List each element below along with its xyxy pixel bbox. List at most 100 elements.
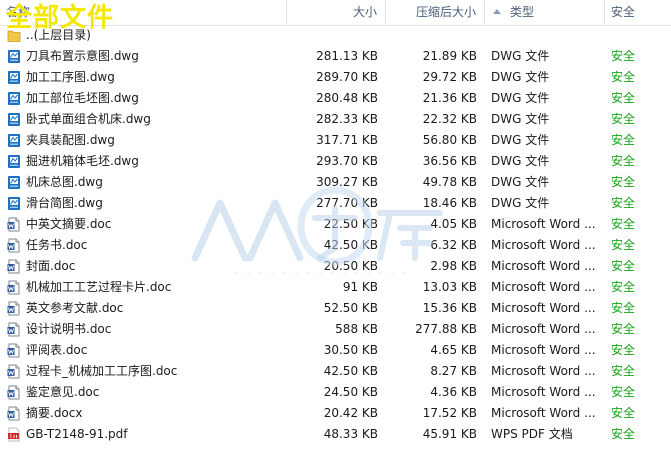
file-type: Microsoft Word ... bbox=[491, 280, 596, 294]
security-status: 安全 bbox=[611, 280, 636, 294]
file-row[interactable]: 刀具布置示意图.dwg 281.13 KB 21.89 KB DWG 文件 安全 bbox=[0, 46, 671, 67]
column-compressed-label: 压缩后大小 bbox=[415, 5, 476, 19]
file-row[interactable]: 封面.doc 20.50 KB 2.98 KB Microsoft Word ... 安… bbox=[0, 256, 671, 277]
file-type: Microsoft Word ... bbox=[491, 238, 596, 252]
file-compressed-size: 36.56 KB bbox=[422, 154, 477, 168]
file-row[interactable]: 机床总图.dwg 309.27 KB 49.78 KB DWG 文件 安全 bbox=[0, 172, 671, 193]
column-size-label: 大小 bbox=[352, 5, 377, 19]
dwg-file-icon bbox=[8, 113, 20, 126]
security-status: 安全 bbox=[611, 301, 636, 315]
file-size: 281.13 KB bbox=[316, 49, 378, 63]
file-row[interactable]: 鉴定意见.doc 24.50 KB 4.36 KB Microsoft Word ..… bbox=[0, 382, 671, 403]
file-type: DWG 文件 bbox=[491, 196, 550, 210]
file-compressed-size: 18.46 KB bbox=[422, 196, 477, 210]
security-status: 安全 bbox=[611, 385, 636, 399]
column-compressed-header[interactable]: 压缩后大小 bbox=[386, 0, 485, 25]
file-compressed-size: 17.52 KB bbox=[422, 406, 477, 420]
security-status: 安全 bbox=[611, 91, 636, 105]
dwg-file-icon bbox=[8, 50, 20, 63]
security-status: 安全 bbox=[611, 196, 636, 210]
dwg-file-icon bbox=[8, 197, 20, 210]
file-compressed-size: 13.03 KB bbox=[422, 280, 477, 294]
file-name: 加工部位毛坯图.dwg bbox=[26, 91, 139, 105]
file-type: Microsoft Word ... bbox=[491, 385, 596, 399]
file-size: 317.71 KB bbox=[316, 133, 378, 147]
file-row[interactable]: 夹具装配图.dwg 317.71 KB 56.80 KB DWG 文件 安全 bbox=[0, 130, 671, 151]
file-compressed-size: 22.32 KB bbox=[422, 112, 477, 126]
file-name: 英文参考文献.doc bbox=[26, 301, 124, 315]
file-compressed-size: 56.80 KB bbox=[422, 133, 477, 147]
file-compressed-size: 29.72 KB bbox=[422, 70, 477, 84]
file-size: 30.50 KB bbox=[323, 343, 378, 357]
sort-ascending-icon bbox=[493, 9, 501, 14]
file-size: 309.27 KB bbox=[316, 175, 378, 189]
file-row[interactable]: 任务书.doc 42.50 KB 6.32 KB Microsoft Word ...… bbox=[0, 235, 671, 256]
word-document-icon bbox=[7, 238, 20, 253]
file-size: 280.48 KB bbox=[316, 91, 378, 105]
file-size: 24.50 KB bbox=[323, 385, 378, 399]
file-type: WPS PDF 文档 bbox=[491, 427, 573, 441]
folder-title-overlay: 全部文件 bbox=[6, 3, 115, 33]
security-status: 安全 bbox=[611, 364, 636, 378]
security-status: 安全 bbox=[611, 49, 636, 63]
file-row[interactable]: 加工工序图.dwg 289.70 KB 29.72 KB DWG 文件 安全 bbox=[0, 67, 671, 88]
file-row[interactable]: 机械加工工艺过程卡片.doc 91 KB 13.03 KB Microsoft Wor… bbox=[0, 277, 671, 298]
file-compressed-size: 277.88 KB bbox=[415, 322, 477, 336]
security-status: 安全 bbox=[611, 259, 636, 273]
security-status: 安全 bbox=[611, 406, 636, 420]
file-type: DWG 文件 bbox=[491, 70, 550, 84]
file-size: 22.50 KB bbox=[323, 217, 378, 231]
file-size: 277.70 KB bbox=[316, 196, 378, 210]
file-row[interactable]: 过程卡_机械加工工序图.doc 42.50 KB 8.27 KB Microsoft … bbox=[0, 361, 671, 382]
file-row[interactable]: 设计说明书.doc 588 KB 277.88 KB Microsoft Word .… bbox=[0, 319, 671, 340]
file-size: 282.33 KB bbox=[316, 112, 378, 126]
file-row[interactable]: 加工部位毛坯图.dwg 280.48 KB 21.36 KB DWG 文件 安全 bbox=[0, 88, 671, 109]
file-row[interactable]: 评阅表.doc 30.50 KB 4.65 KB Microsoft Word ...… bbox=[0, 340, 671, 361]
file-type: Microsoft Word ... bbox=[491, 217, 596, 231]
word-document-icon bbox=[7, 385, 20, 400]
file-compressed-size: 15.36 KB bbox=[422, 301, 477, 315]
file-row[interactable]: 中英文摘要.doc 22.50 KB 4.05 KB Microsoft Word .… bbox=[0, 214, 671, 235]
file-row[interactable]: 滑台简图.dwg 277.70 KB 18.46 KB DWG 文件 安全 bbox=[0, 193, 671, 214]
file-row[interactable]: 掘进机箱体毛坯.dwg 293.70 KB 36.56 KB DWG 文件 安全 bbox=[0, 151, 671, 172]
security-status: 安全 bbox=[611, 427, 636, 441]
file-compressed-size: 6.32 KB bbox=[430, 238, 477, 252]
column-security-header[interactable]: 安全 bbox=[605, 0, 671, 25]
file-rows: ..(上层目录) 刀具布置示意图.dwg 281.13 KB 21.89 KB DWG… bbox=[0, 25, 671, 445]
security-status: 安全 bbox=[611, 322, 636, 336]
file-list-view: 名称 大小 压缩后大小 类型 安全 全部文件 ..(上层目录) 刀具布置示意图.… bbox=[0, 0, 671, 465]
file-size: 42.50 KB bbox=[323, 238, 378, 252]
file-row[interactable]: 摘要.docx 20.42 KB 17.52 KB Microsoft Word ..… bbox=[0, 403, 671, 424]
file-row[interactable]: GB-T2148-91.pdf 48.33 KB 45.91 KB WPS PDF 文… bbox=[0, 424, 671, 445]
file-type: DWG 文件 bbox=[491, 133, 550, 147]
file-type: DWG 文件 bbox=[491, 154, 550, 168]
file-name: 机床总图.dwg bbox=[26, 175, 103, 189]
file-name: 机械加工工艺过程卡片.doc bbox=[26, 280, 172, 294]
file-type: DWG 文件 bbox=[491, 49, 550, 63]
file-size: 20.42 KB bbox=[323, 406, 378, 420]
dwg-file-icon bbox=[8, 134, 20, 147]
file-compressed-size: 4.36 KB bbox=[430, 385, 477, 399]
file-compressed-size: 4.65 KB bbox=[430, 343, 477, 357]
file-row[interactable]: 英文参考文献.doc 52.50 KB 15.36 KB Microsoft Word… bbox=[0, 298, 671, 319]
word-document-icon bbox=[7, 406, 20, 421]
file-row[interactable]: 卧式单面组合机床.dwg 282.33 KB 22.32 KB DWG 文件 安全 bbox=[0, 109, 671, 130]
column-size-header[interactable]: 大小 bbox=[287, 0, 386, 25]
security-status: 安全 bbox=[611, 217, 636, 231]
security-status: 安全 bbox=[611, 70, 636, 84]
file-type: Microsoft Word ... bbox=[491, 301, 596, 315]
pdf-file-icon bbox=[8, 427, 20, 442]
file-compressed-size: 4.05 KB bbox=[430, 217, 477, 231]
file-name: 滑台简图.dwg bbox=[26, 196, 103, 210]
file-name: 过程卡_机械加工工序图.doc bbox=[26, 364, 178, 378]
file-size: 48.33 KB bbox=[323, 427, 378, 441]
file-size: 20.50 KB bbox=[323, 259, 378, 273]
word-document-icon bbox=[7, 280, 20, 295]
column-type-header[interactable]: 类型 bbox=[485, 0, 605, 25]
dwg-file-icon bbox=[8, 176, 20, 189]
word-document-icon bbox=[7, 322, 20, 337]
file-compressed-size: 8.27 KB bbox=[430, 364, 477, 378]
file-type: DWG 文件 bbox=[491, 175, 550, 189]
security-status: 安全 bbox=[611, 343, 636, 357]
file-name: 设计说明书.doc bbox=[26, 322, 112, 336]
